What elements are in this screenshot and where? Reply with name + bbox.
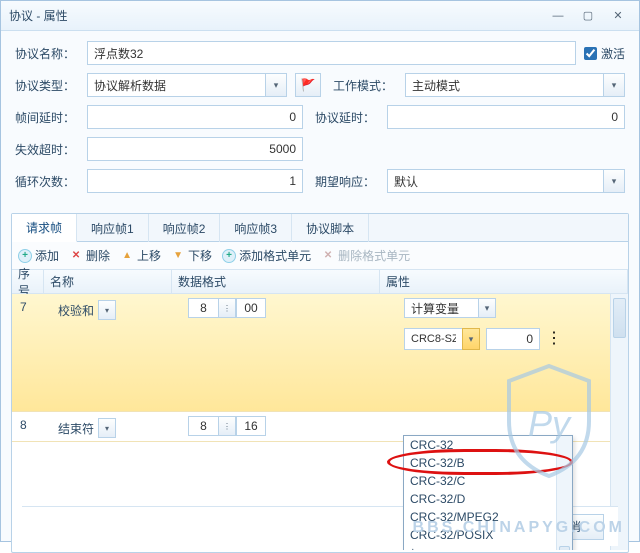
x-icon: ✕ — [69, 249, 83, 263]
delete-button[interactable]: ✕删除 — [69, 247, 110, 264]
crc-combo[interactable]: ▾ — [404, 328, 480, 350]
crc-selector-row: ▾ ⋮ — [404, 328, 562, 350]
close-button[interactable]: ✕ — [605, 7, 631, 25]
work-mode-input[interactable] — [405, 73, 603, 97]
chevron-down-icon[interactable]: ▾ — [478, 298, 496, 318]
col-attribute: 属性 — [380, 270, 628, 293]
dropdown-option[interactable]: 加 — [404, 544, 572, 550]
chevron-down-icon[interactable]: ▾ — [265, 73, 287, 97]
protocol-type-label: 协议类型： — [15, 77, 79, 94]
add-button[interactable]: +添加 — [18, 247, 59, 264]
col-name: 名称 — [44, 270, 172, 293]
x-icon: ✕ — [321, 249, 335, 263]
tab-response-1[interactable]: 响应帧1 — [77, 214, 149, 242]
delete-format-unit-button[interactable]: ✕删除格式单元 — [321, 247, 410, 264]
spin-handle-icon[interactable]: ⋮ — [546, 328, 562, 350]
crc-dropdown-list[interactable]: CRC-32 CRC-32/B CRC-32/C CRC-32/D CRC-32… — [403, 435, 573, 550]
dropdown-option[interactable]: CRC-32/MPEG2 — [404, 508, 572, 526]
format-a-input[interactable] — [188, 298, 218, 318]
protocol-type-input[interactable] — [87, 73, 265, 97]
activate-checkbox-input[interactable] — [584, 47, 597, 60]
dropdown-option[interactable]: CRC-32/C — [404, 472, 572, 490]
frame-delay-input[interactable] — [87, 105, 303, 129]
dropdown-option[interactable]: CRC-32/B — [404, 454, 572, 472]
format-b-input[interactable] — [236, 298, 266, 318]
col-index: 序号 — [12, 270, 44, 293]
row-index: 7 — [20, 300, 27, 314]
chevron-down-icon[interactable]: ▾ — [98, 418, 116, 438]
proto-delay-label: 协议延时： — [315, 109, 379, 126]
crc-number-input[interactable] — [486, 328, 540, 350]
plus-icon: + — [222, 249, 236, 263]
loop-count-input[interactable] — [87, 169, 303, 193]
tabs-container: 请求帧 响应帧1 响应帧2 响应帧3 协议脚本 +添加 ✕删除 ▲上移 ▼下移 … — [11, 213, 629, 553]
row-format: ⋮ — [188, 298, 266, 318]
chevron-down-icon[interactable]: ▾ — [462, 328, 480, 350]
frame-delay-label: 帧间延时： — [15, 109, 79, 126]
protocol-type-combo[interactable]: ▾ — [87, 73, 287, 97]
col-format: 数据格式 — [172, 270, 380, 293]
window-title: 协议 - 属性 — [9, 7, 68, 24]
dropdown-option[interactable]: CRC-32 — [404, 436, 572, 454]
arrow-down-icon: ▼ — [171, 249, 185, 263]
row-name: 校验和 ▾ — [58, 300, 116, 320]
form-area: 协议名称： 激活 协议类型： ▾ 🚩 工作模式： ▾ 帧间延时： 协议延时： — [1, 31, 639, 207]
expect-resp-input[interactable] — [387, 169, 603, 193]
move-down-button[interactable]: ▼下移 — [171, 247, 212, 264]
chevron-down-icon[interactable]: ▾ — [603, 73, 625, 97]
spin-handle-icon[interactable]: ⋮ — [218, 298, 236, 318]
maximize-button[interactable]: ▢ — [575, 7, 601, 25]
fail-timeout-label: 失效超时： — [15, 141, 79, 158]
name-dropdown[interactable]: ▾ — [98, 300, 116, 320]
add-format-unit-button[interactable]: +添加格式单元 — [222, 247, 311, 264]
loop-count-label: 循环次数： — [15, 173, 79, 190]
format-b-input[interactable] — [236, 416, 266, 436]
tab-response-2[interactable]: 响应帧2 — [149, 214, 221, 242]
scrollbar-thumb[interactable] — [613, 298, 626, 338]
fail-timeout-input[interactable] — [87, 137, 303, 161]
tabstrip: 请求帧 响应帧1 响应帧2 响应帧3 协议脚本 — [12, 214, 628, 242]
chevron-down-icon[interactable]: ▾ — [603, 169, 625, 193]
dropdown-option[interactable]: CRC-32/POSIX — [404, 526, 572, 544]
proto-delay-input[interactable] — [387, 105, 625, 129]
activate-checkbox[interactable]: 激活 — [584, 45, 625, 62]
toolbar: +添加 ✕删除 ▲上移 ▼下移 +添加格式单元 ✕删除格式单元 — [12, 242, 628, 270]
activate-label: 激活 — [601, 45, 625, 62]
flag-button[interactable]: 🚩 — [295, 73, 321, 97]
attribute-combo[interactable]: ▾ — [404, 298, 496, 318]
work-mode-combo[interactable]: ▾ — [405, 73, 625, 97]
grid-header: 序号 名称 数据格式 属性 — [12, 270, 628, 294]
minimize-button[interactable]: — — [545, 7, 571, 25]
dropdown-scrollbar[interactable] — [556, 436, 572, 550]
tab-response-3[interactable]: 响应帧3 — [220, 214, 292, 242]
row-name: 结束符 ▾ — [58, 418, 116, 438]
attribute-input[interactable] — [404, 298, 478, 318]
titlebar: 协议 - 属性 — ▢ ✕ — [1, 1, 639, 31]
format-a-input[interactable] — [188, 416, 218, 436]
plus-icon: + — [18, 249, 32, 263]
work-mode-label: 工作模式： — [333, 77, 397, 94]
scrollbar-thumb[interactable] — [559, 546, 570, 550]
dropdown-option[interactable]: CRC-32/D — [404, 490, 572, 508]
format-spin[interactable]: ⋮ — [188, 298, 266, 318]
protocol-properties-window: 协议 - 属性 — ▢ ✕ 协议名称： 激活 协议类型： ▾ 🚩 工作模式： ▾ — [0, 0, 640, 542]
table-row[interactable]: 7 校验和 ▾ ⋮ ▾ — [12, 294, 610, 412]
tab-script[interactable]: 协议脚本 — [292, 214, 369, 242]
spin-handle-icon[interactable]: ⋮ — [218, 416, 236, 436]
expect-resp-label: 期望响应： — [315, 173, 379, 190]
protocol-name-label: 协议名称： — [15, 45, 79, 62]
format-spin[interactable]: ⋮ — [188, 416, 266, 436]
crc-input[interactable] — [404, 328, 462, 350]
chevron-down-icon[interactable]: ▾ — [98, 300, 116, 320]
expect-resp-combo[interactable]: ▾ — [387, 169, 625, 193]
name-dropdown[interactable]: ▾ — [98, 418, 116, 438]
tab-request-frame[interactable]: 请求帧 — [12, 214, 77, 242]
row-format: ⋮ — [188, 416, 266, 436]
arrow-up-icon: ▲ — [120, 249, 134, 263]
move-up-button[interactable]: ▲上移 — [120, 247, 161, 264]
row-attribute: ▾ — [404, 298, 496, 318]
row-index: 8 — [20, 418, 27, 432]
protocol-name-input[interactable] — [87, 41, 576, 65]
